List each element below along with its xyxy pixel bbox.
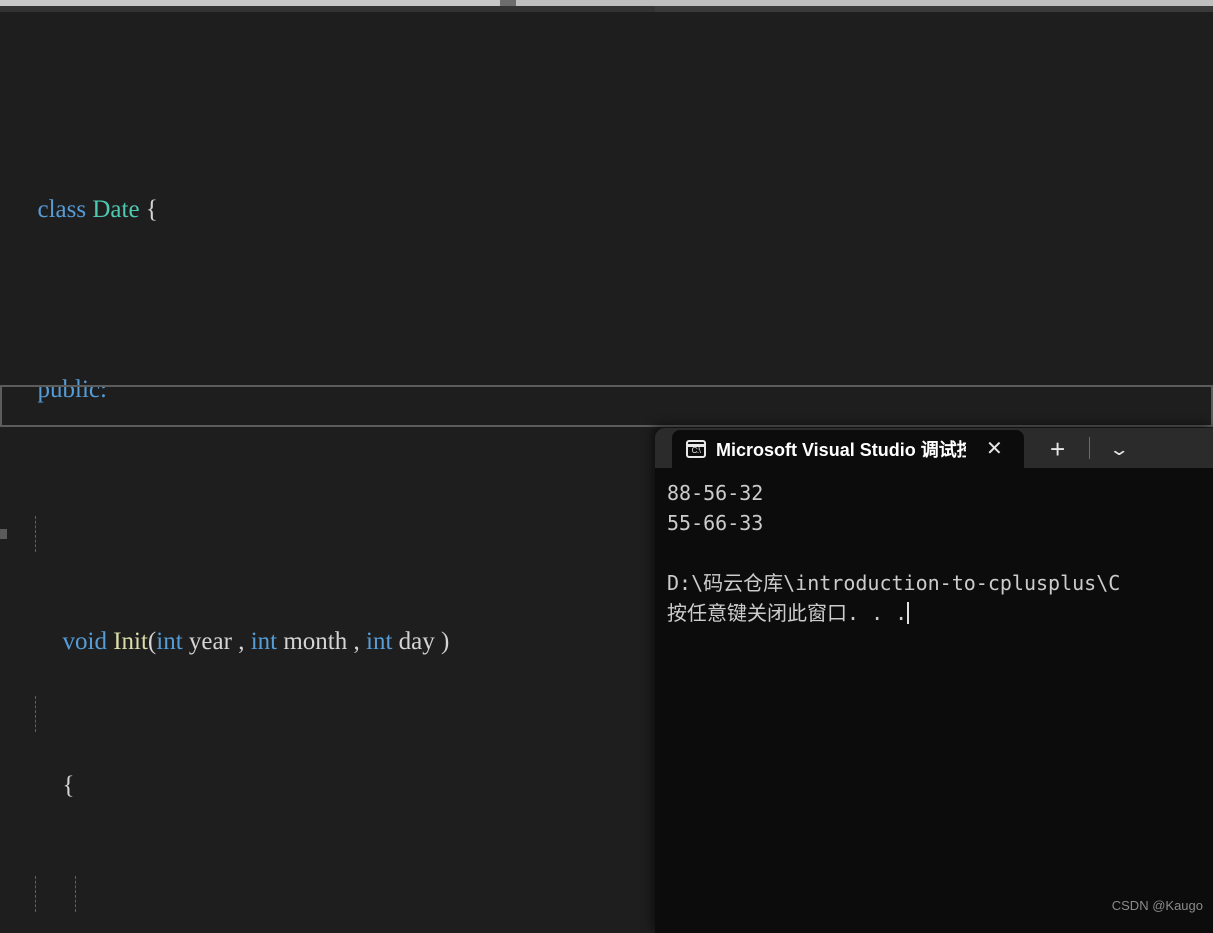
token-type-date: Date xyxy=(92,196,140,223)
code-line: public: xyxy=(0,336,1213,403)
terminal-window[interactable]: C:\ Microsoft Visual Studio 调试控 ✕ + ⌄ 88… xyxy=(655,428,1213,933)
terminal-line: 88-56-32 xyxy=(667,481,764,505)
indent-guide xyxy=(35,696,36,732)
watermark-label: CSDN @Kaugo xyxy=(1111,898,1203,913)
token-param-month: month xyxy=(283,628,348,655)
token-keyword-void: void xyxy=(62,628,107,655)
indent-guide xyxy=(35,516,36,552)
token-brace-open: { xyxy=(145,196,158,223)
terminal-output[interactable]: 88-56-32 55-66-33 D:\码云仓库\introduction-t… xyxy=(655,468,1213,933)
toolbar-divider xyxy=(1089,437,1091,459)
text-caret xyxy=(907,602,910,624)
terminal-line: 按任意键关闭此窗口. . . xyxy=(667,601,908,625)
screenshot-root: class Date { public: void Init(int year … xyxy=(0,0,1213,933)
code-line: class Date { xyxy=(0,156,1213,223)
token-keyword-public: public: xyxy=(37,376,107,403)
token-brace-open: { xyxy=(62,772,75,799)
top-chrome-strip xyxy=(0,0,1213,12)
terminal-line: D:\码云仓库\introduction-to-cplusplus\C xyxy=(667,571,1121,595)
token-param-day: day xyxy=(398,628,435,655)
token-keyword-class: class xyxy=(37,196,87,223)
chevron-down-icon[interactable]: ⌄ xyxy=(1109,440,1130,460)
console-icon: C:\ xyxy=(686,440,706,458)
token-keyword-int: int xyxy=(366,628,393,655)
token-function-init: Init xyxy=(113,628,148,655)
token-keyword-int: int xyxy=(250,628,278,655)
indent-guide xyxy=(75,876,76,912)
token-keyword-int: int xyxy=(156,628,183,655)
terminal-line: 55-66-33 xyxy=(667,511,764,535)
close-icon[interactable]: ✕ xyxy=(976,439,1013,459)
indent-guide xyxy=(35,876,36,912)
terminal-tab-title: Microsoft Visual Studio 调试控 xyxy=(716,440,966,460)
new-tab-button[interactable]: + xyxy=(1050,436,1065,462)
fold-marker-icon[interactable] xyxy=(0,529,7,539)
terminal-tab[interactable]: C:\ Microsoft Visual Studio 调试控 ✕ xyxy=(672,430,1024,468)
token-param-year: year xyxy=(188,628,232,655)
terminal-tab-bar: C:\ Microsoft Visual Studio 调试控 ✕ + ⌄ xyxy=(655,428,1213,468)
